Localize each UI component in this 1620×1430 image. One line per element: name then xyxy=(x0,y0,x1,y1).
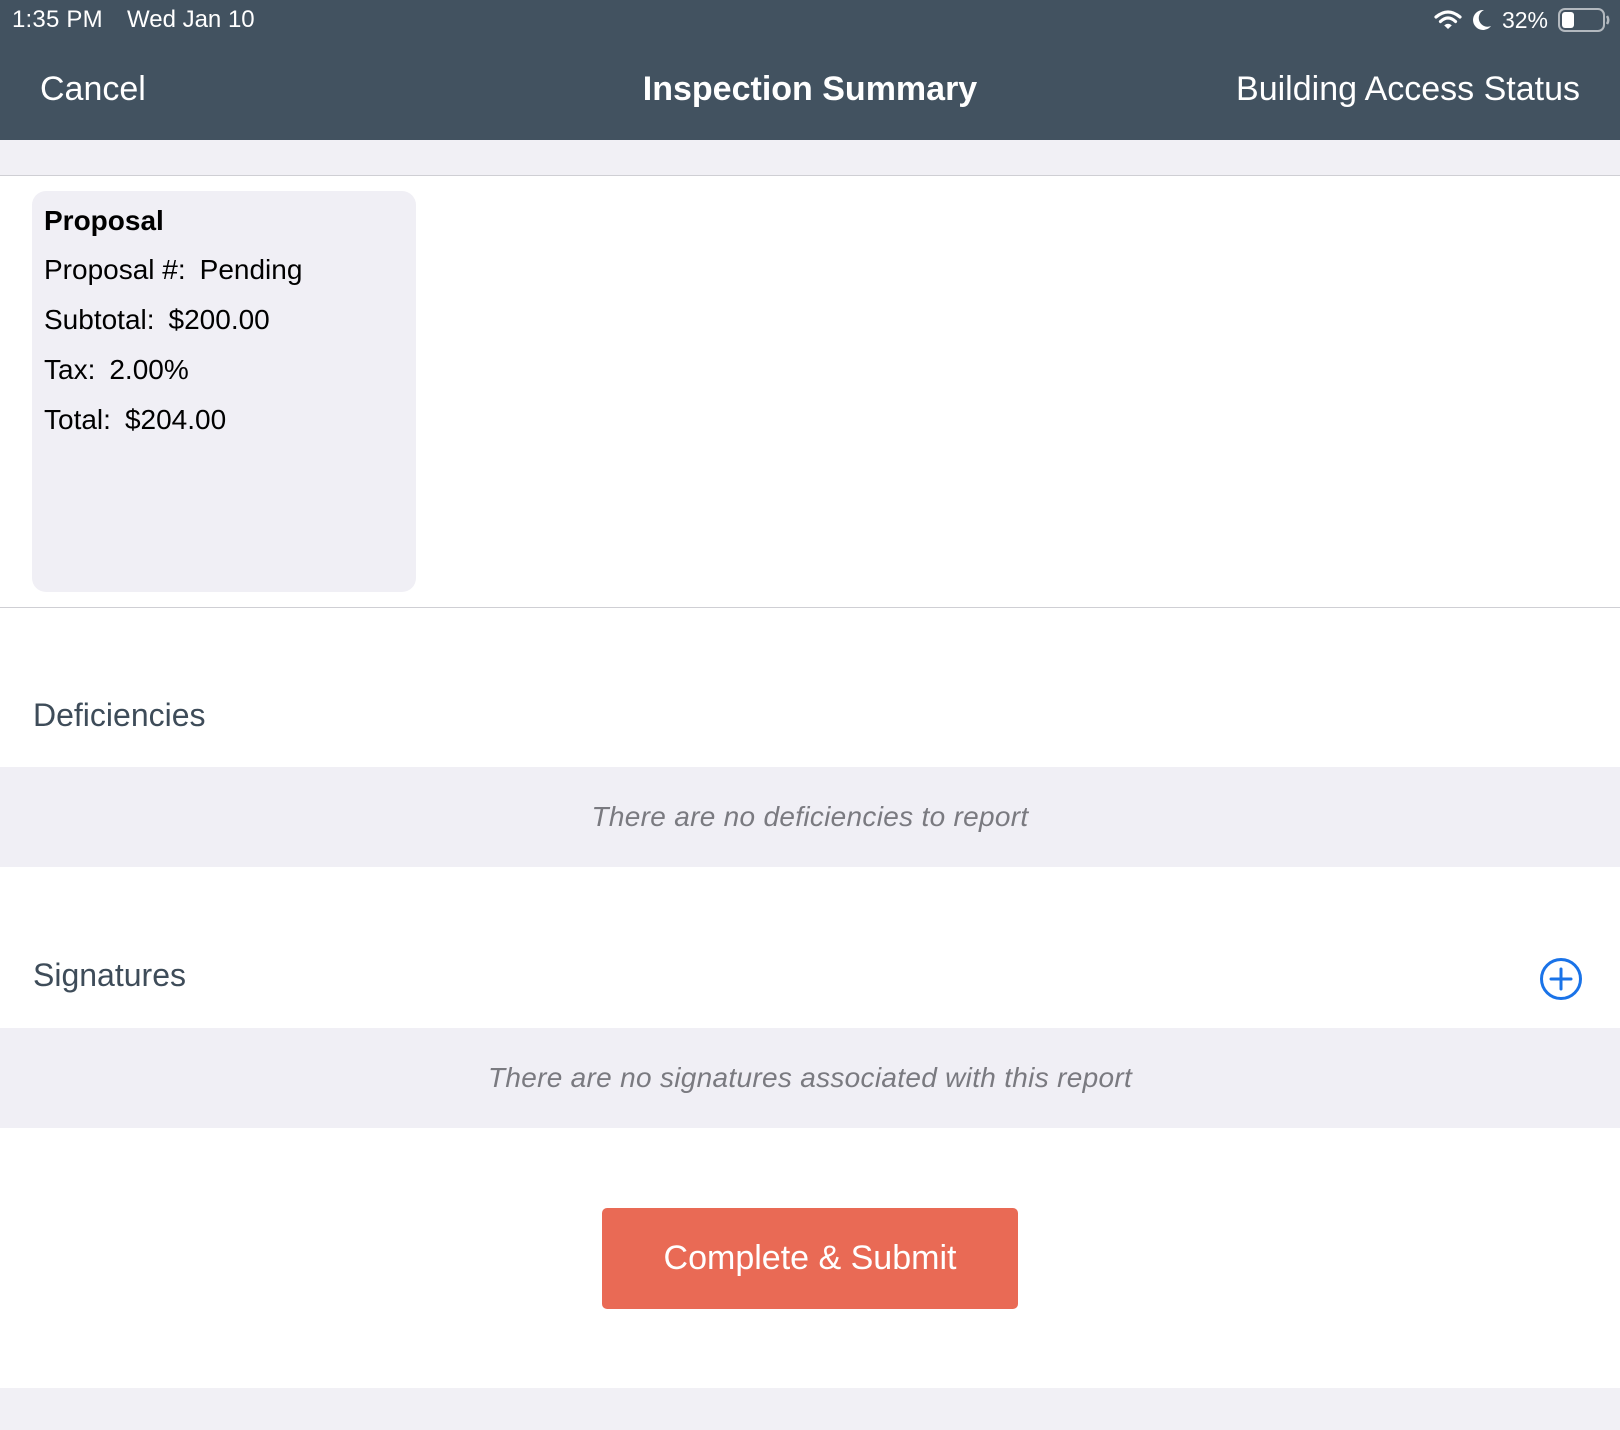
battery-icon xyxy=(1558,8,1610,32)
status-time: 1:35 PM xyxy=(12,6,103,33)
status-indicators: 32% xyxy=(1434,5,1610,35)
bottom-spacer xyxy=(0,1388,1620,1430)
total-label: Total: xyxy=(44,404,111,435)
deficiencies-heading: Deficiencies xyxy=(33,697,206,733)
proposal-title: Proposal xyxy=(44,205,164,236)
deficiencies-empty-state: There are no deficiencies to report xyxy=(0,767,1620,867)
cancel-button[interactable]: Cancel xyxy=(40,70,146,109)
top-spacer xyxy=(0,140,1620,176)
add-signature-button[interactable] xyxy=(1539,957,1583,1001)
subtotal-value: $200.00 xyxy=(168,304,270,335)
moon-icon xyxy=(1472,9,1492,31)
status-bar: 1:35 PM Wed Jan 10 32% xyxy=(0,0,1620,40)
proposal-number-row: Proposal #: Pending xyxy=(44,254,404,286)
complete-submit-button[interactable]: Complete & Submit xyxy=(602,1208,1018,1309)
proposal-number-label: Proposal #: xyxy=(44,254,186,285)
tax-row: Tax: 2.00% xyxy=(44,354,404,386)
signatures-heading: Signatures xyxy=(33,957,186,993)
signatures-empty-text: There are no signatures associated with … xyxy=(487,1062,1133,1093)
proposal-number-value: Pending xyxy=(199,254,303,285)
building-access-status-button[interactable]: Building Access Status xyxy=(1236,70,1580,109)
deficiencies-empty-text: There are no deficiencies to report xyxy=(591,801,1029,832)
subtotal-label: Subtotal: xyxy=(44,304,155,335)
proposal-section: Proposal Proposal #: Pending Subtotal: $20… xyxy=(0,176,1620,608)
subtotal-row: Subtotal: $200.00 xyxy=(44,304,404,336)
plus-circle-icon xyxy=(1540,958,1582,1000)
total-value: $204.00 xyxy=(124,404,227,435)
complete-submit-label: Complete & Submit xyxy=(663,1239,957,1277)
proposal-card[interactable]: Proposal Proposal #: Pending Subtotal: $20… xyxy=(32,191,416,592)
tax-value: 2.00% xyxy=(109,354,189,385)
wifi-icon xyxy=(1434,9,1462,31)
navigation-header: 1:35 PM Wed Jan 10 32% Cancel Inspection… xyxy=(0,0,1620,140)
signatures-empty-state: There are no signatures associated with … xyxy=(0,1028,1620,1128)
battery-percent: 32% xyxy=(1501,6,1548,33)
status-date: Wed Jan 10 xyxy=(127,6,255,33)
tax-label: Tax: xyxy=(44,354,96,385)
total-row: Total: $204.00 xyxy=(44,404,404,436)
